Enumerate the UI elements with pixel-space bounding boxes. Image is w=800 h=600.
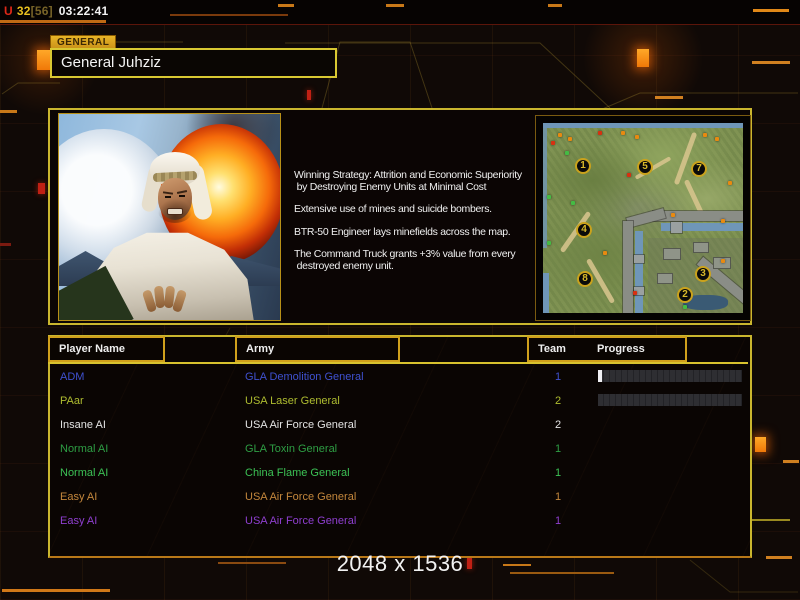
decor-dash [752, 61, 790, 64]
hud-count: 32 [16, 4, 31, 18]
player-name-cell: Normal AI [60, 443, 109, 455]
map-position-badge: 2 [677, 287, 693, 303]
team-cell: 1 [554, 467, 562, 479]
decor-dash [386, 4, 404, 7]
strategy-line: destroyed enemy unit. [294, 259, 394, 272]
strategy-line: by Destroying Enemy Units at Minimal Cos… [294, 180, 487, 193]
army-cell: GLA Toxin General [245, 443, 338, 455]
table-row: Normal AI GLA Toxin General 1 [50, 438, 746, 462]
army-cell: USA Air Force General [245, 419, 357, 431]
hud-unit-label: U [4, 4, 13, 18]
decor-red-tick [38, 183, 45, 194]
strategy-line [294, 216, 544, 227]
strategy-line: Extensive use of mines and suicide bombe… [294, 203, 492, 215]
decor-dash [783, 460, 799, 463]
decor-dash [510, 572, 614, 574]
player-name-cell: Easy AI [60, 491, 98, 503]
player-name-cell: Normal AI [60, 467, 109, 479]
decor-dash [655, 96, 683, 99]
decor-dash [752, 519, 790, 521]
decor-dash [278, 4, 294, 7]
map-position-badge: 8 [577, 271, 593, 287]
decor-dash [766, 556, 792, 559]
strategy-line: The Command Truck grants +3% value from … [294, 248, 516, 260]
army-cell: GLA Demolition General [245, 371, 364, 383]
table-row: ADM GLA Demolition General 1 [50, 366, 746, 390]
decor-dash [2, 589, 110, 592]
player-rows: ADM GLA Demolition General 1 PAar USA Laser … [50, 337, 746, 552]
table-row: PAar USA Laser General 2 [50, 390, 746, 414]
hud-queue: [56] [30, 4, 53, 18]
strategy-text: Winning Strategy: Attrition and Economic… [294, 169, 544, 272]
strategy-line: Winning Strategy: Attrition and Economic… [294, 169, 522, 181]
player-name-cell: Easy AI [60, 515, 98, 527]
decor-glow-square [637, 49, 649, 67]
table-row: Easy AI USA Air Force General 1 [50, 486, 746, 510]
player-name-cell: ADM [60, 371, 85, 383]
hud-timer: 03:22:41 [58, 4, 109, 18]
decor-dash [170, 14, 288, 16]
team-cell: 2 [554, 395, 562, 407]
table-row: Normal AI China Flame General 1 [50, 462, 746, 486]
table-row: Easy AI USA Air Force General 1 [50, 510, 746, 534]
player-name-cell: PAar [60, 395, 84, 407]
decor-dash [0, 110, 17, 113]
table-row: Insane AI USA Air Force General 2 [50, 414, 746, 438]
army-cell: USA Laser General [245, 395, 340, 407]
decor-dash [0, 243, 11, 246]
hud-readout: U 32[56] 03:22:41 [4, 4, 108, 18]
team-cell: 1 [554, 371, 562, 383]
team-cell: 1 [554, 443, 562, 455]
map-road [653, 211, 743, 221]
decor-dash [0, 20, 106, 23]
decor-glow-square [755, 437, 766, 452]
team-cell: 1 [554, 515, 562, 527]
army-cell: China Flame General [245, 467, 350, 479]
loading-screen: U32[56]03:22:41 GENERAL General Juhziz [0, 0, 800, 600]
decor-dash [218, 562, 286, 564]
map-position-badge: 4 [576, 222, 592, 238]
general-portrait [58, 113, 281, 321]
resolution-label: 2048 x 1536 [336, 551, 464, 576]
decor-dash [753, 9, 789, 12]
strategy-line: BTR-50 Engineer lays minefields across t… [294, 225, 511, 238]
team-cell: 2 [554, 419, 562, 431]
decor-red-tick [307, 90, 311, 100]
map-preview-terrain: 1 5 7 4 8 32 [543, 123, 743, 313]
player-name-cell: Insane AI [60, 419, 106, 431]
map-position-badge: 5 [637, 159, 653, 175]
army-cell: USA Air Force General [245, 491, 357, 503]
decor-dash [503, 564, 531, 566]
map-position-badge: 3 [695, 266, 711, 282]
portrait-head [140, 152, 214, 236]
map-position-badge: 1 [575, 158, 591, 174]
progress-bar [598, 370, 742, 382]
decor-glow-square [37, 50, 51, 70]
decor-dash [548, 4, 562, 7]
general-name-box: General Juhziz [50, 48, 337, 78]
army-cell: USA Air Force General [245, 515, 357, 527]
player-table-panel: Player Name Army Team Progress ADM GLA De… [48, 335, 752, 558]
map-preview-frame: 1 5 7 4 8 32 [535, 115, 751, 321]
progress-bar-fill [598, 370, 603, 382]
map-position-badge: 7 [691, 161, 707, 177]
progress-bar [598, 394, 742, 406]
team-cell: 1 [554, 491, 562, 503]
general-info-panel: Winning Strategy: Attrition and Economic… [48, 108, 752, 325]
